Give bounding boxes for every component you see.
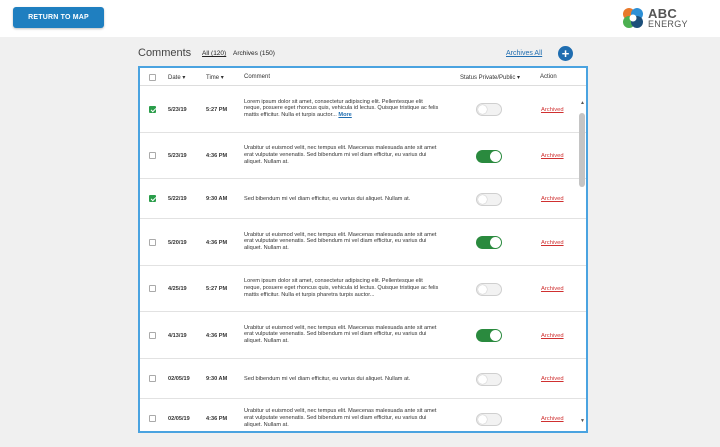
table-header: Date ▾ Time ▾ Comment Status Private/Pub…	[140, 68, 586, 86]
row-date: 5/23/19	[168, 106, 187, 113]
column-action: Action	[540, 74, 557, 80]
row-comment-text: Urabitur ut euismod velit, nec tempus el…	[244, 324, 437, 345]
status-toggle[interactable]	[476, 329, 502, 342]
row-comment-text: Urabitur ut euismod velit, nec tempus el…	[244, 231, 437, 252]
tab-archives[interactable]: Archives (150)	[233, 50, 275, 57]
toggle-knob	[490, 150, 501, 162]
row-comment-text: Sed bibendum mi vel diam efficitur, eu v…	[244, 375, 411, 382]
row-time: 9:30 AM	[206, 376, 228, 382]
row-time: 4:36 PM	[206, 153, 228, 159]
archived-link[interactable]: Archived	[541, 333, 564, 339]
table-row: 02/05/19 4:36 PM Urabitur ut euismod velit…	[140, 399, 586, 431]
table-row: 5/23/19 4:36 PM Urabitur ut euismod velit,…	[140, 133, 586, 179]
row-date: 02/05/19	[168, 416, 190, 422]
add-comment-button[interactable]: +	[558, 46, 573, 61]
column-comment: Comment	[244, 74, 271, 80]
row-comment: Urabitur ut euismod velit, nec tempus el…	[244, 408, 440, 429]
column-status[interactable]: Status Private/Public ▾	[460, 74, 520, 81]
row-date: 5/23/19	[168, 153, 187, 159]
row-comment: Sed bibendum mi vel diam efficitur, eu v…	[244, 376, 440, 383]
row-date: 5/22/19	[168, 196, 187, 202]
tab-all[interactable]: All (120)	[202, 50, 226, 57]
select-all-checkbox[interactable]	[149, 74, 156, 81]
row-time: 5:27 PM	[206, 106, 228, 113]
toggle-knob	[478, 284, 487, 294]
row-comment: Urabitur ut euismod velit, nec tempus el…	[244, 232, 440, 253]
row-comment: Urabitur ut euismod velit, nec tempus el…	[244, 145, 440, 166]
status-toggle[interactable]	[476, 282, 502, 296]
row-comment: Urabitur ut euismod velit, nec tempus el…	[244, 325, 440, 346]
page-title: Comments	[138, 47, 192, 59]
scroll-down-icon[interactable]: ▼	[580, 418, 585, 424]
toggle-knob	[478, 374, 487, 384]
row-checkbox[interactable]	[149, 375, 156, 382]
archived-link[interactable]: Archived	[541, 196, 564, 202]
toggle-knob	[490, 237, 501, 248]
row-checkbox[interactable]	[149, 105, 156, 113]
abc-energy-logo: ABC ENERGY	[621, 5, 711, 31]
comments-table: Date ▾ Time ▾ Comment Status Private/Pub…	[138, 66, 588, 433]
logo-mark-icon	[623, 8, 643, 28]
archived-link[interactable]: Archived	[541, 286, 564, 292]
row-time: 4:36 PM	[206, 416, 228, 422]
archived-link[interactable]: Archived	[541, 153, 564, 159]
toggle-knob	[478, 105, 487, 114]
archived-link[interactable]: Archived	[541, 240, 564, 246]
table-row: 4/13/19 4:36 PM Urabitur ut euismod velit,…	[140, 312, 586, 359]
row-checkbox[interactable]	[149, 415, 156, 422]
row-checkbox[interactable]	[149, 238, 156, 246]
table-row: 5/20/19 4:36 PM Urabitur ut euismod velit,…	[140, 219, 586, 266]
status-toggle[interactable]	[476, 192, 502, 206]
return-to-map-button[interactable]: RETURN TO MAP	[13, 7, 104, 28]
toggle-knob	[490, 330, 501, 341]
row-time: 4:36 PM	[206, 332, 228, 339]
status-toggle[interactable]	[476, 412, 502, 426]
table-row: 4/25/19 5:27 PM Lorem ipsum dolor sit amet…	[140, 266, 586, 312]
archived-link[interactable]: Archived	[541, 416, 564, 422]
row-comment-text: Lorem ipsum dolor sit amet, consectetur …	[244, 278, 439, 298]
row-time: 5:27 PM	[206, 286, 228, 292]
table-row: 5/23/19 5:27 PM Lorem ipsum dolor sit amet…	[140, 86, 586, 133]
row-checkbox[interactable]	[149, 285, 156, 292]
row-date: 02/05/19	[168, 376, 190, 382]
archived-link[interactable]: Archived	[541, 376, 564, 382]
status-toggle[interactable]	[476, 103, 502, 116]
scroll-up-icon[interactable]: ▲	[580, 100, 585, 106]
row-date: 5/20/19	[168, 239, 187, 246]
row-comment: Lorem ipsum dolor sit amet, consectetur …	[244, 99, 440, 120]
archived-link[interactable]: Archived	[541, 107, 564, 113]
logo-energy-text: ENERGY	[648, 19, 688, 29]
toggle-knob	[478, 414, 487, 424]
row-comment: Sed bibendum mi vel diam efficitur, eu v…	[244, 196, 440, 203]
column-date[interactable]: Date ▾	[168, 74, 185, 81]
row-date: 4/13/19	[168, 332, 187, 339]
row-comment-text: Sed bibendum mi vel diam efficitur, eu v…	[244, 195, 411, 202]
row-comment: Lorem ipsum dolor sit amet, consectetur …	[244, 278, 440, 299]
row-checkbox[interactable]	[149, 195, 156, 202]
row-date: 4/25/19	[168, 286, 187, 292]
plus-icon: +	[561, 46, 570, 61]
toggle-knob	[478, 194, 487, 204]
status-toggle[interactable]	[476, 372, 502, 386]
column-time[interactable]: Time ▾	[206, 74, 224, 81]
scrollbar-thumb[interactable]	[579, 113, 585, 187]
row-time: 4:36 PM	[206, 239, 228, 246]
more-link[interactable]: More	[338, 112, 351, 118]
row-time: 9:30 AM	[206, 196, 228, 202]
status-toggle[interactable]	[476, 149, 502, 163]
top-bar: RETURN TO MAP ABC ENERGY	[0, 0, 720, 37]
table-row: 5/22/19 9:30 AM Sed bibendum mi vel diam e…	[140, 179, 586, 219]
archives-all-link[interactable]: Archives All	[506, 50, 542, 57]
row-comment-text: Urabitur ut euismod velit, nec tempus el…	[244, 408, 437, 428]
table-row: 02/05/19 9:30 AM Sed bibendum mi vel diam …	[140, 359, 586, 399]
row-checkbox[interactable]	[149, 331, 156, 339]
row-checkbox[interactable]	[149, 152, 156, 159]
status-toggle[interactable]	[476, 236, 502, 249]
row-comment-text: Urabitur ut euismod velit, nec tempus el…	[244, 145, 437, 165]
